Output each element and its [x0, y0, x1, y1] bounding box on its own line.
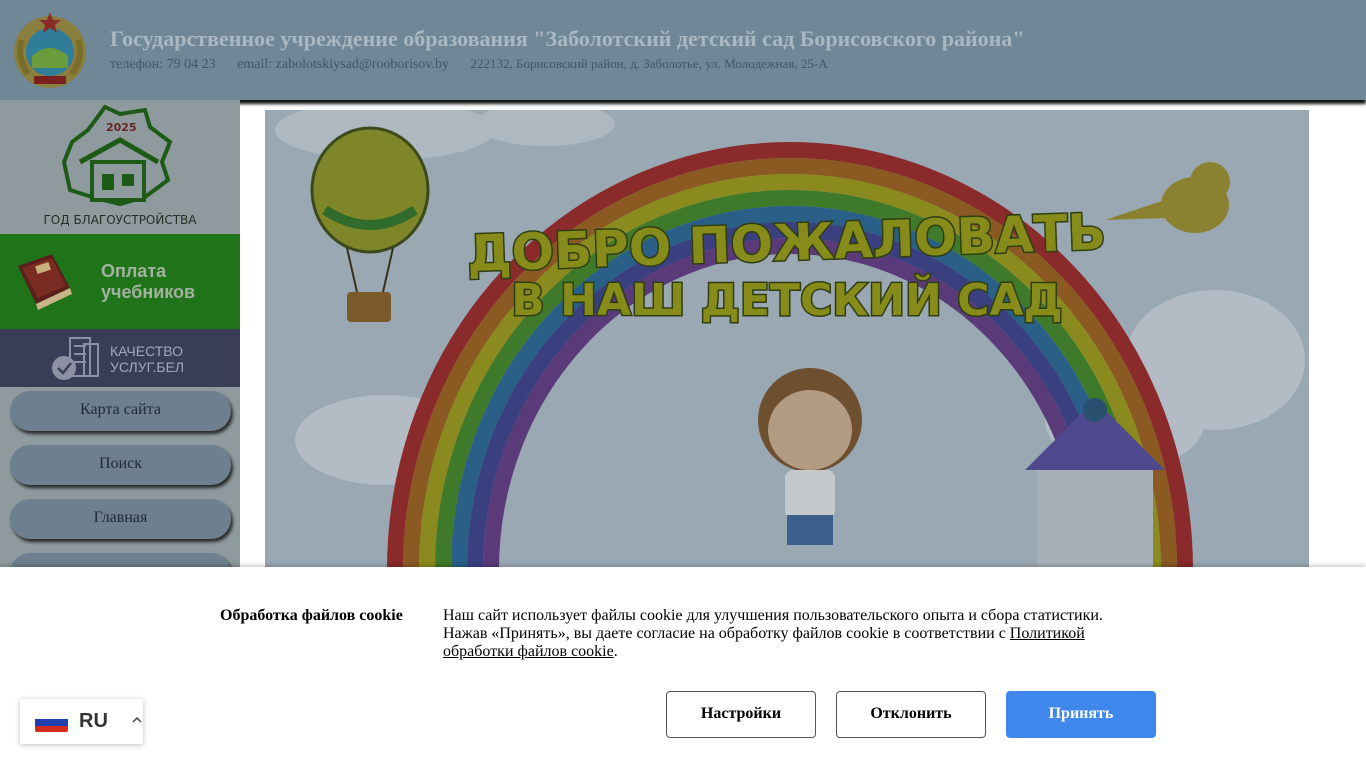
cookie-decline-button[interactable]: Отклонить — [836, 691, 986, 738]
russia-flag-icon — [35, 713, 68, 732]
cookie-settings-button[interactable]: Настройки — [666, 691, 816, 738]
quality-services-label: КАЧЕСТВО УСЛУГ.БЕЛ — [110, 343, 184, 375]
quality-label-line1: КАЧЕСТВО — [110, 343, 184, 359]
pay-label-line1: Оплата — [101, 261, 167, 281]
cookie-consent-banner: Обработка файлов cookie Наш сайт использ… — [0, 567, 1366, 768]
pay-textbooks-button[interactable]: Оплата учебников — [0, 234, 240, 329]
cookie-text-part2: . — [613, 643, 618, 660]
year-caption: ГОД БЛАГОУСТРОЙСТВА — [43, 213, 197, 227]
cookie-text-part1: Наш сайт использует файлы cookie для улу… — [443, 607, 1103, 642]
building-check-icon — [52, 337, 99, 380]
textbook-icon — [18, 254, 72, 310]
site-header: Государственное учреждение образования "… — [0, 0, 1366, 100]
quality-services-button[interactable]: КАЧЕСТВО УСЛУГ.БЕЛ — [0, 329, 240, 387]
nav-home-button[interactable]: Главная — [10, 499, 231, 539]
address-text: 222132, Борисовский район, д. Заболотье,… — [470, 56, 828, 71]
email-link[interactable]: email: zabolotskiysad@rooborisov.by — [237, 57, 449, 72]
welcome-line2: В НАШ ДЕТСКИЙ САД — [511, 273, 1062, 326]
cookie-title: Обработка файлов cookie — [220, 607, 403, 624]
language-code: RU — [79, 710, 108, 732]
sidebar: 2025 ГОД БЛАГОУСТРОЙСТВА Оплата учебнико… — [0, 100, 240, 593]
year-2025-label: 2025 — [106, 121, 136, 134]
state-emblem-icon[interactable] — [10, 10, 90, 90]
cookie-description: Наш сайт использует файлы cookie для улу… — [443, 607, 1143, 661]
welcome-illustration: ДОБРО ПОЖАЛОВАТЬ В НАШ ДЕТСКИЙ САД — [275, 110, 1305, 570]
phone-text: телефон: 79 04 23 — [110, 57, 216, 72]
contact-info: телефон: 79 04 23 email: zabolotskiysad@… — [110, 56, 846, 73]
pay-label-line2: учебников — [101, 282, 196, 302]
svg-text:2025: 2025 — [106, 121, 136, 134]
language-switcher[interactable]: RU — [20, 699, 143, 744]
cookie-accept-button[interactable]: Принять — [1006, 691, 1156, 738]
chevron-up-icon — [132, 716, 142, 723]
quality-label-line2: УСЛУГ.БЕЛ — [110, 359, 185, 375]
welcome-banner: ДОБРО ПОЖАЛОВАТЬ В НАШ ДЕТСКИЙ САД — [265, 110, 1309, 570]
organization-title: Государственное учреждение образования "… — [110, 26, 1025, 51]
pay-textbooks-label: Оплата учебников — [101, 261, 195, 303]
nav-sitemap-button[interactable]: Карта сайта — [10, 391, 231, 431]
nav-search-button[interactable]: Поиск — [10, 445, 231, 485]
